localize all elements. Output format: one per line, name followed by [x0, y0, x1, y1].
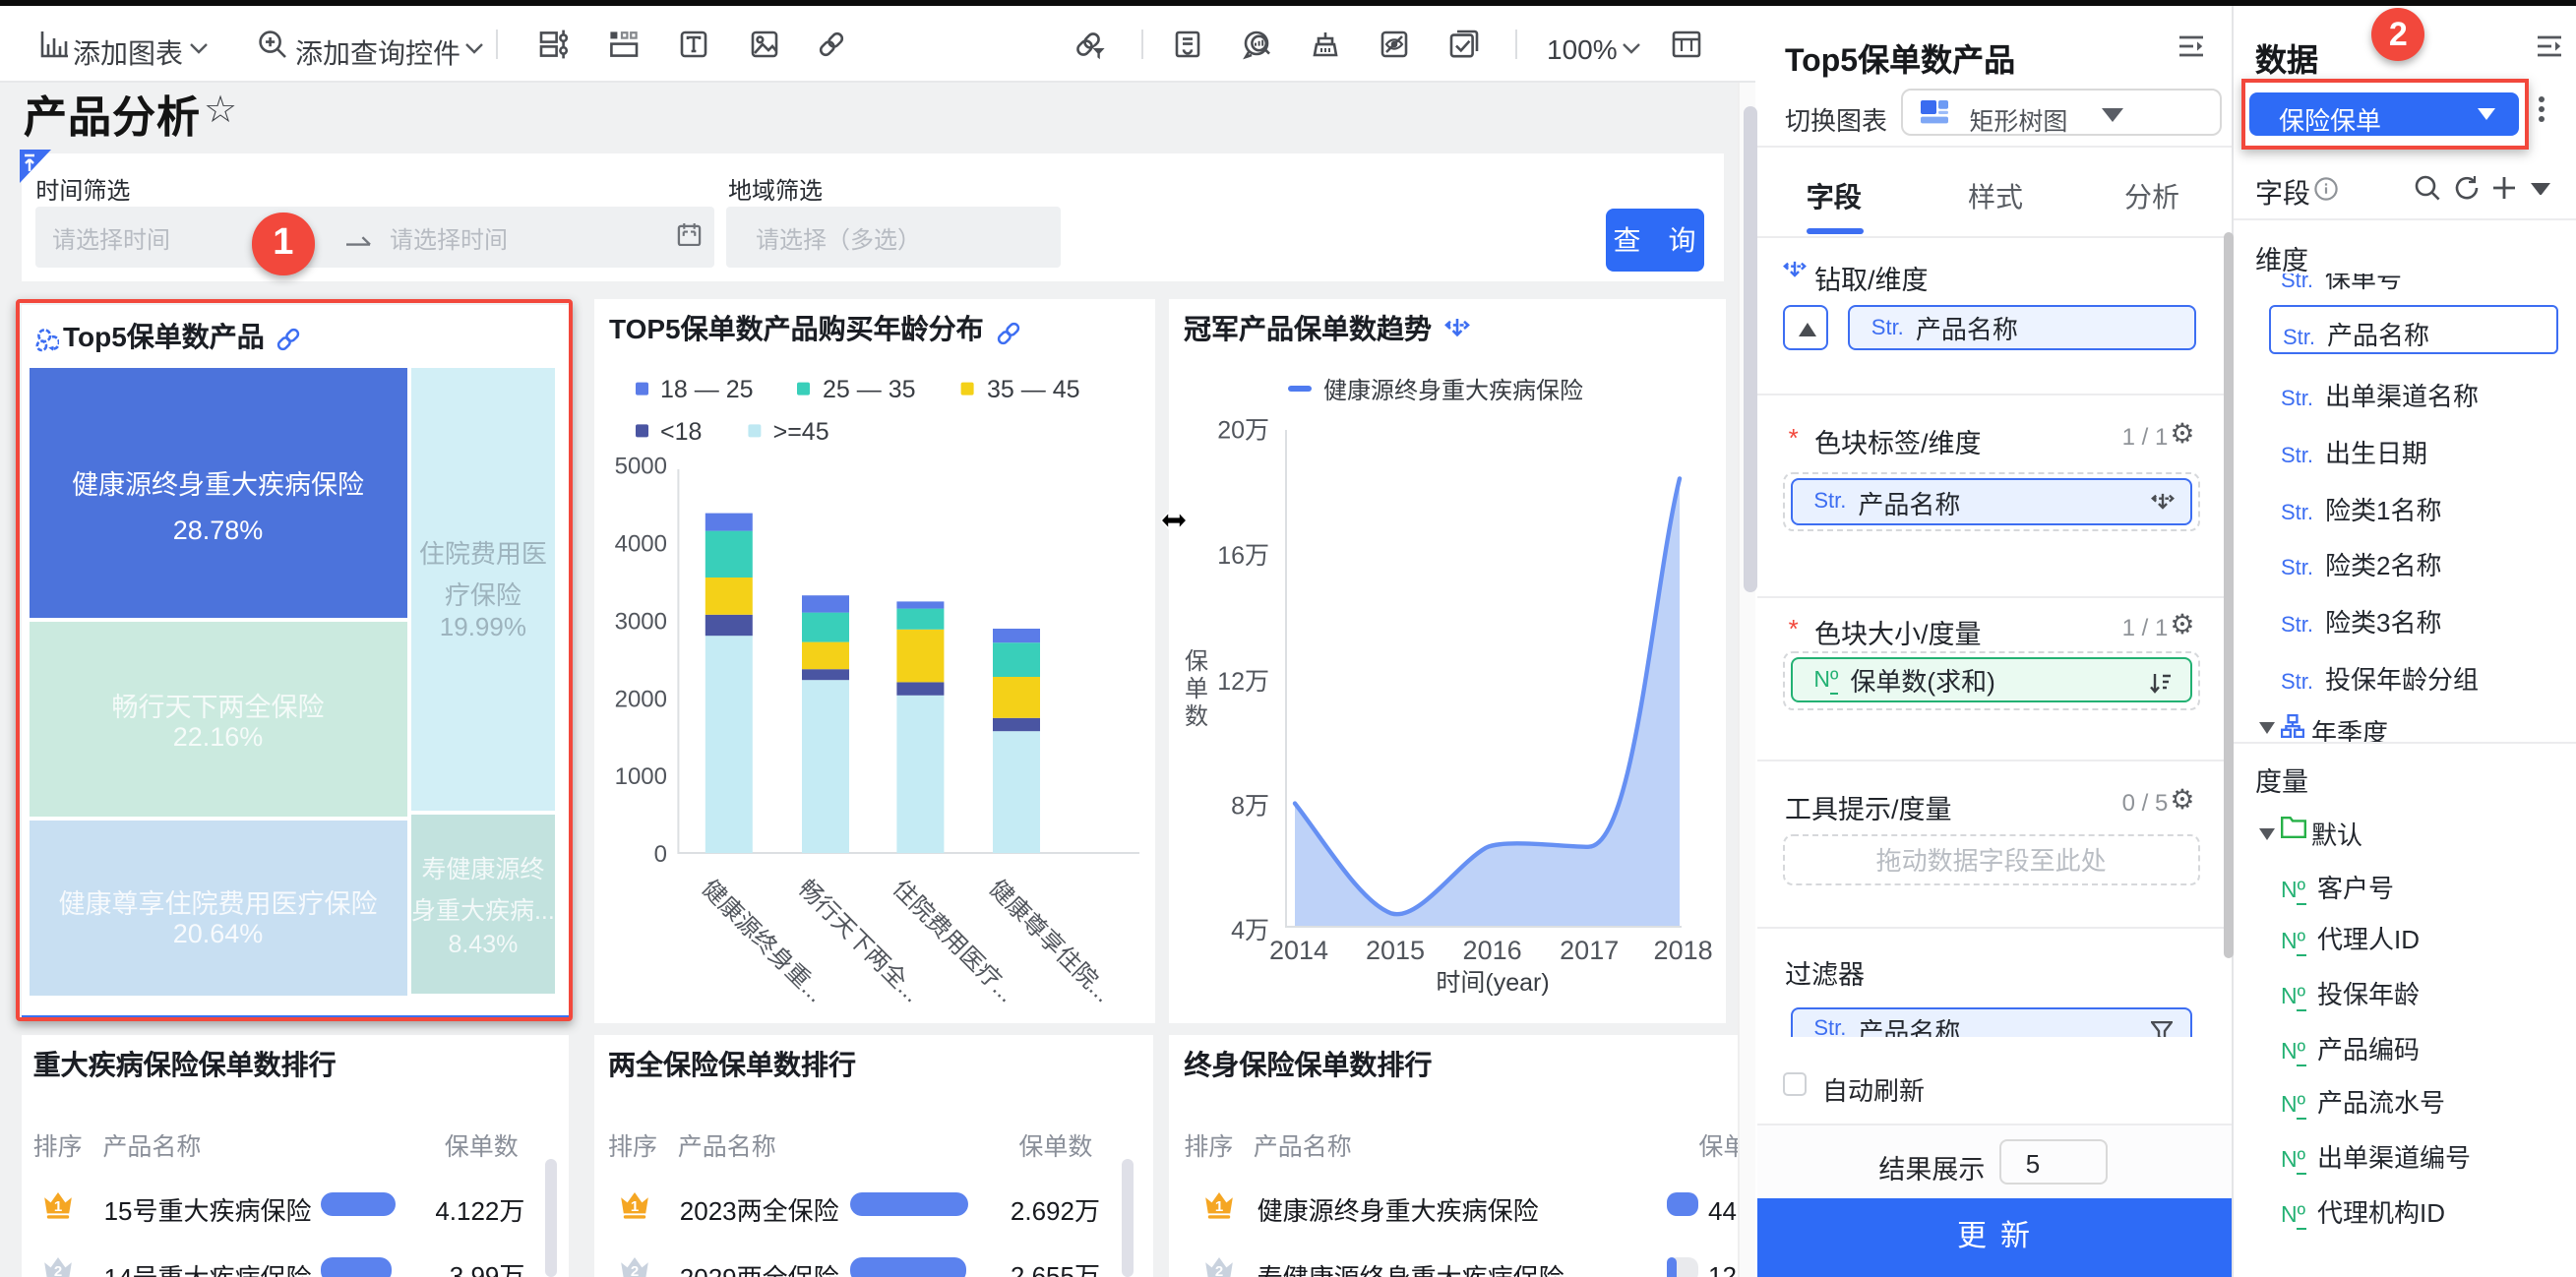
svg-text:8万: 8万 — [1231, 792, 1269, 820]
svg-text:2018: 2018 — [1654, 936, 1713, 965]
svg-text:2014: 2014 — [1269, 936, 1328, 965]
svg-text:2000: 2000 — [615, 686, 667, 712]
svg-text:1: 1 — [630, 1197, 638, 1214]
svg-text:时间(year): 时间(year) — [1436, 969, 1549, 997]
svg-text:16万: 16万 — [1217, 542, 1269, 570]
svg-text:保: 保 — [1185, 648, 1208, 675]
svg-text:1000: 1000 — [615, 763, 667, 790]
svg-text:2016: 2016 — [1463, 936, 1522, 965]
svg-text:2: 2 — [54, 1263, 62, 1277]
svg-text:35 — 45: 35 — 45 — [987, 376, 1080, 403]
svg-text:>=45: >=45 — [773, 418, 829, 446]
svg-text:2015: 2015 — [1366, 936, 1425, 965]
svg-text:12万: 12万 — [1217, 668, 1269, 696]
svg-text:25 — 35: 25 — 35 — [823, 376, 916, 403]
svg-text:2017: 2017 — [1560, 936, 1619, 965]
svg-text:健康源终身重大疾病保险: 健康源终身重大疾病保险 — [1323, 378, 1583, 404]
svg-text:2: 2 — [1215, 1263, 1223, 1277]
svg-text:<18: <18 — [660, 418, 702, 446]
svg-text:18 — 25: 18 — 25 — [660, 376, 754, 403]
svg-text:3000: 3000 — [615, 608, 667, 635]
svg-text:20万: 20万 — [1217, 416, 1269, 444]
svg-text:5000: 5000 — [615, 454, 667, 480]
svg-text:单: 单 — [1185, 676, 1208, 702]
svg-text:4000: 4000 — [615, 531, 667, 558]
svg-text:0: 0 — [654, 841, 667, 868]
svg-text:4万: 4万 — [1231, 917, 1269, 944]
svg-text:1: 1 — [1215, 1197, 1223, 1214]
svg-text:2: 2 — [630, 1263, 638, 1277]
svg-text:1: 1 — [54, 1197, 62, 1214]
svg-text:数: 数 — [1185, 703, 1208, 730]
